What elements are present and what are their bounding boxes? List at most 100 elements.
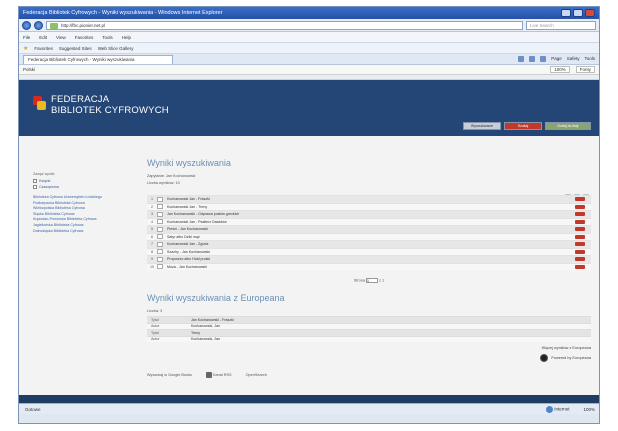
fav-suggested-sites[interactable]: Suggested Sites — [59, 46, 92, 51]
tab-active[interactable]: Federacja Bibliotek Cyfrowych - Wyniki w… — [23, 54, 173, 64]
nav-wyszukiwanie[interactable]: Wyszukiwanie — [463, 122, 501, 130]
format-icon[interactable] — [575, 204, 585, 209]
table-row[interactable]: 9 Proporzec albo Hołd pruski — [147, 255, 591, 263]
europeana-more-link[interactable]: Więcej wyników z Europeana — [542, 346, 591, 350]
row-checkbox[interactable] — [157, 219, 163, 225]
checkbox-icon[interactable] — [33, 179, 37, 183]
forward-button[interactable] — [34, 20, 43, 30]
row-checkbox[interactable] — [157, 264, 163, 270]
format-icon[interactable] — [575, 257, 585, 262]
title-bar: Federacja Bibliotek Cyfrowych - Wyniki w… — [19, 7, 599, 19]
format-icon[interactable] — [575, 249, 585, 254]
field-value[interactable]: Treny — [191, 331, 200, 335]
table-row[interactable]: 6 Satyr albo Dziki mąż — [147, 232, 591, 240]
row-checkbox[interactable] — [157, 256, 163, 262]
tools-menu[interactable]: Tools — [584, 56, 595, 62]
close-button[interactable] — [585, 9, 595, 17]
sidebar-link[interactable]: Biblioteka Cyfrowa Uniwersytetu Łódzkieg… — [33, 195, 129, 199]
field-value[interactable]: Kochanowski, Jan — [191, 337, 220, 341]
safety-menu[interactable]: Safety — [567, 56, 580, 62]
result-title-link[interactable]: Pieśni - Jan Kochanowski — [167, 227, 575, 231]
list-item[interactable]: Autor Kochanowski, Jan — [147, 335, 591, 342]
page-title: Wyniki wyszukiwania — [147, 158, 231, 168]
language-select[interactable]: Polski — [23, 67, 35, 72]
sidebar-link[interactable]: Dolnośląska Biblioteka Cyfrowa — [33, 229, 129, 233]
result-title-link[interactable]: Kochanowski Jan - Treny — [167, 205, 575, 209]
nav-dodaj[interactable]: Dodaj do listy — [545, 122, 591, 130]
table-row[interactable]: 2 Kochanowski Jan - Treny — [147, 202, 591, 210]
page-menu[interactable]: Page — [551, 56, 562, 62]
format-icon[interactable] — [575, 227, 585, 232]
row-number: 8 — [151, 249, 153, 254]
search-input[interactable]: Live Search — [526, 20, 596, 30]
row-checkbox[interactable] — [157, 249, 163, 255]
menu-bar: File Edit View Favorites Tools Help — [19, 32, 599, 43]
page-footer — [19, 395, 599, 403]
zoom-level[interactable]: 100% — [583, 407, 595, 412]
google-books-link[interactable]: Wyszukaj w Google Books — [147, 373, 192, 377]
menu-help[interactable]: Help — [122, 35, 131, 40]
menu-view[interactable]: View — [56, 35, 66, 40]
result-title-link[interactable]: Kochanowski Jan - Fraszki — [167, 197, 575, 201]
favorites-button[interactable]: Favorites — [34, 46, 53, 51]
page-number-input[interactable] — [366, 278, 379, 283]
filter-journals[interactable]: Czasopisma — [33, 185, 129, 189]
row-checkbox[interactable] — [157, 211, 163, 217]
table-row[interactable]: 8 Szachy - Jan Kochanowski — [147, 247, 591, 255]
result-title-link[interactable]: Kochanowski Jan - Zgoda — [167, 242, 575, 246]
sidebar-link[interactable]: Śląska Biblioteka Cyfrowa — [33, 212, 129, 216]
table-row[interactable]: 3 Jan Kochanowski - Odprawa posłów grecki… — [147, 210, 591, 218]
row-checkbox[interactable] — [157, 204, 163, 210]
row-checkbox[interactable] — [157, 226, 163, 232]
table-row[interactable]: 4 Kochanowski Jan - Psałterz Dawidów — [147, 217, 591, 225]
result-title-link[interactable]: Kochanowski Jan - Psałterz Dawidów — [167, 220, 575, 224]
maximize-button[interactable] — [573, 9, 583, 17]
sidebar-link[interactable]: Kujawsko-Pomorska Biblioteka Cyfrowa — [33, 217, 129, 221]
table-row[interactable]: 10 Muza - Jan Kochanowski — [147, 262, 591, 270]
field-value[interactable]: Kochanowski, Jan — [191, 324, 220, 328]
menu-favorites[interactable]: Favorites — [75, 35, 94, 40]
sidebar-link[interactable]: Podkarpacka Biblioteka Cyfrowa — [33, 201, 129, 205]
menu-tools[interactable]: Tools — [102, 35, 113, 40]
format-icon[interactable] — [575, 197, 585, 202]
fav-web-slice-gallery[interactable]: Web Slice Gallery — [98, 46, 134, 51]
result-title-link[interactable]: Szachy - Jan Kochanowski — [167, 250, 575, 254]
menu-file[interactable]: File — [23, 35, 30, 40]
tab-bar: Federacja Bibliotek Cyfrowych - Wyniki w… — [19, 54, 599, 65]
rss-link[interactable]: Kanał RSS — [205, 372, 232, 378]
row-checkbox[interactable] — [157, 234, 163, 240]
powered-by-text[interactable]: Powered by Europeana — [551, 356, 591, 360]
pager-label: Strona — [353, 278, 365, 283]
zoom-pill[interactable]: 100% — [550, 66, 570, 73]
result-title-link[interactable]: Proporzec albo Hołd pruski — [167, 257, 575, 261]
sidebar-link[interactable]: Wielkopolska Biblioteka Cyfrowa — [33, 206, 129, 210]
print-icon[interactable] — [540, 56, 547, 62]
menu-edit[interactable]: Edit — [39, 35, 47, 40]
address-field[interactable]: http://fbc.pionier.net.pl — [46, 20, 523, 30]
result-title-link[interactable]: Muza - Jan Kochanowski — [167, 265, 575, 269]
table-row[interactable]: 1 Kochanowski Jan - Fraszki — [147, 195, 591, 203]
nav-szukaj[interactable]: Szukaj — [504, 122, 542, 130]
row-checkbox[interactable] — [157, 241, 163, 247]
result-title-link[interactable]: Satyr albo Dziki mąż — [167, 235, 575, 239]
minimize-button[interactable] — [561, 9, 571, 17]
format-icon[interactable] — [575, 242, 585, 247]
fonts-pill[interactable]: Fonty — [575, 66, 595, 73]
format-icon[interactable] — [575, 212, 585, 217]
feeds-icon[interactable] — [529, 56, 536, 62]
checkbox-icon[interactable] — [33, 185, 37, 189]
opensearch-link[interactable]: OpenSearch — [246, 373, 267, 377]
format-icon[interactable] — [575, 219, 585, 224]
home-icon[interactable] — [518, 56, 525, 62]
site-brand[interactable]: FEDERACJA BIBLIOTEK CYFROWYCH — [51, 94, 169, 116]
result-title-link[interactable]: Jan Kochanowski - Odprawa posłów greckic… — [167, 212, 575, 216]
row-checkbox[interactable] — [157, 196, 163, 202]
table-row[interactable]: 5 Pieśni - Jan Kochanowski — [147, 225, 591, 233]
format-icon[interactable] — [575, 234, 585, 239]
table-row[interactable]: 7 Kochanowski Jan - Zgoda — [147, 240, 591, 248]
sidebar-link[interactable]: Jagiellońska Biblioteka Cyfrowa — [33, 223, 129, 227]
field-value[interactable]: Jan Kochanowski - Fraszki — [191, 318, 234, 322]
filter-books[interactable]: Książki — [33, 179, 129, 183]
format-icon[interactable] — [575, 264, 585, 269]
back-button[interactable] — [22, 20, 31, 30]
